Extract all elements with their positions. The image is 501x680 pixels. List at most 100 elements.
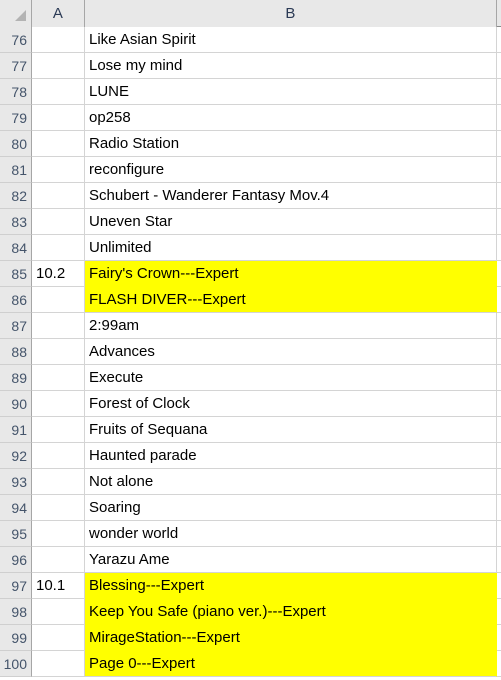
row-header[interactable]: 100	[0, 651, 32, 677]
cell-b90[interactable]: Forest of Clock	[85, 391, 497, 417]
cell-b98[interactable]: Keep You Safe (piano ver.)---Expert	[85, 599, 497, 625]
row-header[interactable]: 78	[0, 79, 32, 105]
cell-a80[interactable]	[32, 131, 85, 157]
cell-a89[interactable]	[32, 365, 85, 391]
cell-a92[interactable]	[32, 443, 85, 469]
cell-a87[interactable]	[32, 313, 85, 339]
row-header[interactable]: 92	[0, 443, 32, 469]
row-header[interactable]: 87	[0, 313, 32, 339]
table-row: 97 10.1 Blessing---Expert	[0, 573, 501, 599]
row-tail-spacer	[497, 209, 501, 235]
row-header[interactable]: 95	[0, 521, 32, 547]
table-row: 90 Forest of Clock	[0, 391, 501, 417]
cell-b95[interactable]: wonder world	[85, 521, 497, 547]
table-row: 80 Radio Station	[0, 131, 501, 157]
cell-b83[interactable]: Uneven Star	[85, 209, 497, 235]
cell-a81[interactable]	[32, 157, 85, 183]
cell-a100[interactable]	[32, 651, 85, 677]
cell-a76[interactable]	[32, 27, 85, 53]
row-tail-spacer	[497, 53, 501, 79]
cell-b80[interactable]: Radio Station	[85, 131, 497, 157]
cell-a77[interactable]	[32, 53, 85, 79]
row-header[interactable]: 88	[0, 339, 32, 365]
row-header[interactable]: 98	[0, 599, 32, 625]
table-row: 92 Haunted parade	[0, 443, 501, 469]
cell-b88[interactable]: Advances	[85, 339, 497, 365]
row-header[interactable]: 85	[0, 261, 32, 287]
cell-a93[interactable]	[32, 469, 85, 495]
cell-a94[interactable]	[32, 495, 85, 521]
row-header[interactable]: 83	[0, 209, 32, 235]
row-header[interactable]: 93	[0, 469, 32, 495]
cell-b81[interactable]: reconfigure	[85, 157, 497, 183]
row-header[interactable]: 94	[0, 495, 32, 521]
cell-b79[interactable]: op258	[85, 105, 497, 131]
cell-b89[interactable]: Execute	[85, 365, 497, 391]
grid-body: 76 Like Asian Spirit 77 Lose my mind 78 LUNE 7…	[0, 27, 501, 677]
row-header[interactable]: 97	[0, 573, 32, 599]
cell-a95[interactable]	[32, 521, 85, 547]
column-header-b[interactable]: B	[85, 0, 497, 27]
cell-b84[interactable]: Unlimited	[85, 235, 497, 261]
row-tail-spacer	[497, 313, 501, 339]
cell-a82[interactable]	[32, 183, 85, 209]
cell-a83[interactable]	[32, 209, 85, 235]
cell-a78[interactable]	[32, 79, 85, 105]
row-tail-spacer	[497, 521, 501, 547]
cell-a85[interactable]: 10.2	[32, 261, 85, 287]
row-tail-spacer	[497, 469, 501, 495]
table-row: 77 Lose my mind	[0, 53, 501, 79]
row-header[interactable]: 86	[0, 287, 32, 313]
cell-b93[interactable]: Not alone	[85, 469, 497, 495]
cell-a86[interactable]	[32, 287, 85, 313]
cell-b86[interactable]: FLASH DIVER---Expert	[85, 287, 497, 313]
cell-b100[interactable]: Page 0---Expert	[85, 651, 497, 677]
cell-b92[interactable]: Haunted parade	[85, 443, 497, 469]
row-tail-spacer	[497, 547, 501, 573]
row-header[interactable]: 80	[0, 131, 32, 157]
row-tail-spacer	[497, 105, 501, 131]
cell-b76[interactable]: Like Asian Spirit	[85, 27, 497, 53]
select-all-button[interactable]	[0, 0, 32, 27]
table-row: 96 Yarazu Ame	[0, 547, 501, 573]
row-header[interactable]: 82	[0, 183, 32, 209]
table-row: 84 Unlimited	[0, 235, 501, 261]
row-header[interactable]: 81	[0, 157, 32, 183]
cell-a88[interactable]	[32, 339, 85, 365]
cell-b94[interactable]: Soaring	[85, 495, 497, 521]
cell-a91[interactable]	[32, 417, 85, 443]
cell-b77[interactable]: Lose my mind	[85, 53, 497, 79]
row-header[interactable]: 96	[0, 547, 32, 573]
row-header[interactable]: 90	[0, 391, 32, 417]
cell-a98[interactable]	[32, 599, 85, 625]
cell-b99[interactable]: MirageStation---Expert	[85, 625, 497, 651]
cell-a90[interactable]	[32, 391, 85, 417]
table-row: 87 2:99am	[0, 313, 501, 339]
cell-a84[interactable]	[32, 235, 85, 261]
select-all-triangle-icon	[15, 10, 26, 21]
cell-a79[interactable]	[32, 105, 85, 131]
cell-a97[interactable]: 10.1	[32, 573, 85, 599]
row-header[interactable]: 76	[0, 27, 32, 53]
row-header[interactable]: 79	[0, 105, 32, 131]
row-tail-spacer	[497, 235, 501, 261]
cell-a96[interactable]	[32, 547, 85, 573]
cell-a99[interactable]	[32, 625, 85, 651]
row-header[interactable]: 89	[0, 365, 32, 391]
row-tail-spacer	[497, 599, 501, 625]
column-header-a[interactable]: A	[32, 0, 85, 27]
cell-b78[interactable]: LUNE	[85, 79, 497, 105]
row-header[interactable]: 84	[0, 235, 32, 261]
row-header[interactable]: 91	[0, 417, 32, 443]
row-header[interactable]: 99	[0, 625, 32, 651]
cell-b85[interactable]: Fairy's Crown---Expert	[85, 261, 497, 287]
cell-b91[interactable]: Fruits of Sequana	[85, 417, 497, 443]
row-tail-spacer	[497, 417, 501, 443]
row-header[interactable]: 77	[0, 53, 32, 79]
table-row: 91 Fruits of Sequana	[0, 417, 501, 443]
cell-b87[interactable]: 2:99am	[85, 313, 497, 339]
table-row: 86 FLASH DIVER---Expert	[0, 287, 501, 313]
cell-b82[interactable]: Schubert - Wanderer Fantasy Mov.4	[85, 183, 497, 209]
cell-b97[interactable]: Blessing---Expert	[85, 573, 497, 599]
cell-b96[interactable]: Yarazu Ame	[85, 547, 497, 573]
